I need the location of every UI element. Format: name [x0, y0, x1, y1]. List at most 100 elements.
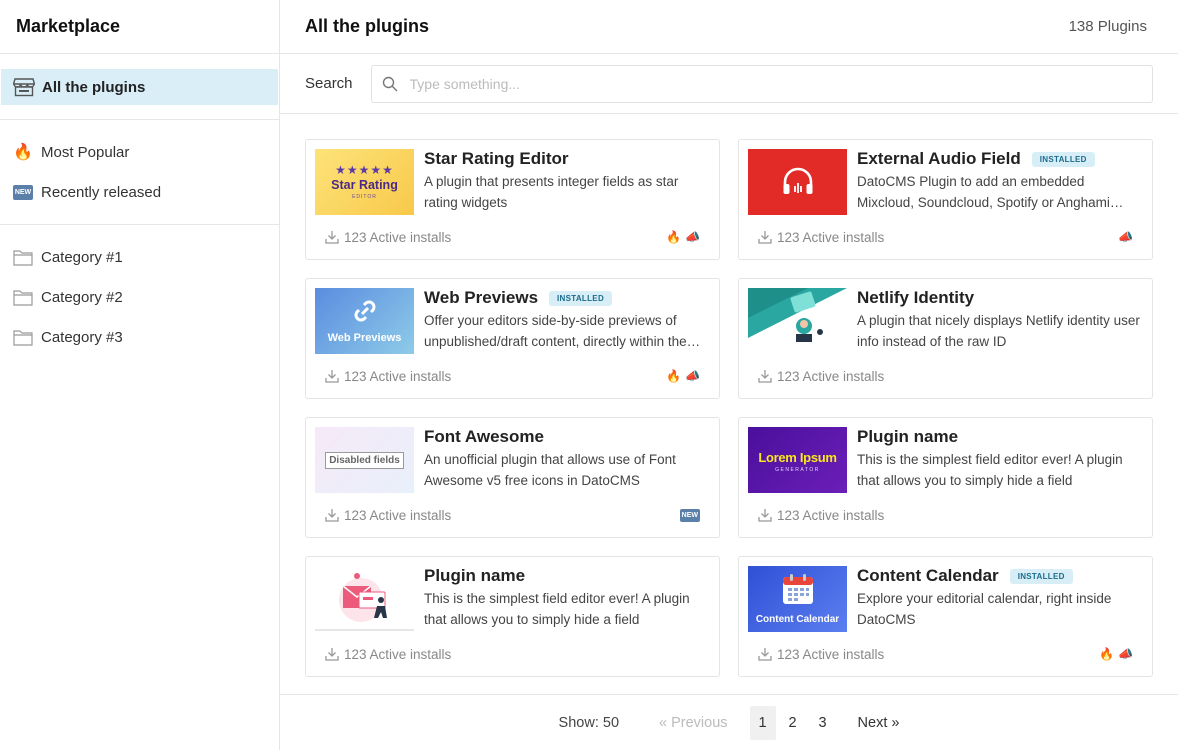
plugin-thumbnail: Content Calendar [748, 566, 847, 632]
plugin-card-plugin-name[interactable]: Plugin name This is the simplest field e… [305, 556, 720, 677]
sidebar-item-label: Category #2 [41, 288, 123, 306]
plugin-thumbnail: Disabled fields [315, 427, 414, 493]
install-count: 123 Active installs [325, 508, 451, 523]
search-icon [382, 76, 398, 91]
plugin-title: Font Awesome [424, 427, 544, 446]
folder-icon [12, 326, 34, 348]
plugin-card-netlify-identity[interactable]: Netlify Identity A plugin that nicely di… [738, 278, 1153, 399]
plugin-description: This is the simplest field editor ever! … [424, 591, 690, 627]
search-label: Search [305, 75, 353, 92]
search-input[interactable] [409, 75, 1142, 92]
plugin-thumbnail [748, 288, 847, 354]
plugin-grid: ★★★★★ Star Rating EDITOR Star Rating Edi… [305, 139, 1153, 677]
plugin-title: Web Previews [424, 288, 539, 307]
install-count: 123 Active installs [325, 230, 451, 245]
sidebar-item-label: Category #3 [41, 328, 123, 346]
store-icon [13, 76, 35, 98]
installed-badge: INSTALLED [1009, 568, 1073, 584]
sidebar: Marketplace All the plugins 🔥 Most Popul… [0, 0, 280, 750]
plugin-card-lorem-ipsum[interactable]: Lorem Ipsum GENERATOR Plugin name This i… [738, 417, 1153, 538]
sidebar-item-category-1[interactable]: Category #1 [0, 239, 279, 275]
sidebar-item-category-3[interactable]: Category #3 [0, 319, 279, 355]
plugin-card-font-awesome[interactable]: Disabled fields Font Awesome An unoffici… [305, 417, 720, 538]
plugin-tags: 🔥 📣 [1099, 647, 1133, 661]
pagination: Show: 50 « Previous 1 2 3 Next » [280, 694, 1178, 750]
download-icon [325, 231, 339, 244]
download-icon [325, 648, 339, 661]
plugin-tags: 🔥 📣 [666, 369, 700, 383]
plugin-description: An unofficial plugin that allows use of … [424, 452, 676, 488]
sidebar-item-recently-released[interactable]: NEW Recently released [0, 174, 279, 210]
sidebar-group-all: All the plugins [0, 54, 279, 120]
plugin-card-external-audio-field[interactable]: External Audio Field INSTALLED DatoCMS P… [738, 139, 1153, 260]
plugin-card-content-calendar[interactable]: Content Calendar Content Calendar INSTAL… [738, 556, 1153, 677]
sidebar-group-filters: 🔥 Most Popular NEW Recently released [0, 120, 279, 225]
download-icon [758, 648, 772, 661]
sidebar-item-label: Most Popular [41, 143, 130, 161]
page-link-3[interactable]: 3 [810, 706, 836, 740]
search-row: Search [280, 54, 1178, 114]
folder-icon [12, 286, 34, 308]
page-link-2[interactable]: 2 [780, 706, 806, 740]
plugin-thumbnail [748, 149, 847, 215]
next-page-link[interactable]: Next » [858, 715, 900, 731]
plugin-card-star-rating-editor[interactable]: ★★★★★ Star Rating EDITOR Star Rating Edi… [305, 139, 720, 260]
plugin-title: Content Calendar [857, 566, 999, 585]
megaphone-icon: 📣 [685, 230, 700, 244]
plugin-tags: 🔥 📣 [666, 230, 700, 244]
plugin-description: DatoCMS Plugin to add an embedded Mixclo… [857, 174, 1110, 210]
fire-icon: 🔥 [666, 230, 682, 244]
install-count: 123 Active installs [758, 230, 884, 245]
calendar-icon [783, 574, 813, 604]
main-content: All the plugins 138 Plugins Search ★★★★★… [280, 0, 1178, 750]
sidebar-item-label: Recently released [41, 183, 162, 201]
plugin-description: Offer your editors side-by-side previews… [424, 313, 687, 349]
plugin-tags: 📣 [1118, 230, 1133, 244]
plugin-title: Plugin name [857, 427, 959, 446]
plugin-description: This is the simplest field editor ever! … [857, 452, 1123, 488]
download-icon [758, 370, 772, 383]
plugin-title: Star Rating Editor [424, 149, 569, 168]
new-icon: NEW [12, 181, 34, 203]
plugin-thumbnail: Lorem Ipsum GENERATOR [748, 427, 847, 493]
megaphone-icon: 📣 [1118, 230, 1133, 244]
installed-badge: INSTALLED [1031, 151, 1095, 167]
sidebar-item-category-2[interactable]: Category #2 [0, 279, 279, 315]
page-link-1[interactable]: 1 [749, 705, 776, 740]
new-icon: NEW [679, 508, 700, 522]
folder-icon [12, 246, 34, 268]
plugin-count: 138 Plugins [1068, 18, 1147, 35]
main-header: All the plugins 138 Plugins [280, 0, 1178, 54]
plugin-tags: NEW [679, 508, 700, 522]
sidebar-group-categories: Category #1 Category #2 Category #3 [0, 225, 279, 369]
fire-icon: 🔥 [1099, 647, 1115, 661]
sidebar-item-label: All the plugins [42, 78, 146, 96]
download-icon [758, 231, 772, 244]
plugin-description: A plugin that presents integer fields as… [424, 174, 679, 210]
megaphone-icon: 📣 [1118, 647, 1133, 661]
install-count: 123 Active installs [758, 508, 884, 523]
sidebar-item-label: Category #1 [41, 248, 123, 266]
plugin-title: Plugin name [424, 566, 526, 585]
plugin-thumbnail [315, 566, 414, 632]
plugin-description: Explore your editorial calendar, right i… [857, 591, 1112, 627]
previous-page-link[interactable]: « Previous [659, 715, 728, 731]
plugin-thumbnail: ★★★★★ Star Rating EDITOR [315, 149, 414, 215]
headphones-icon [783, 167, 812, 194]
download-icon [325, 370, 339, 383]
plugin-card-web-previews[interactable]: Web Previews Web Previews INSTALLED Offe… [305, 278, 720, 399]
sidebar-item-most-popular[interactable]: 🔥 Most Popular [0, 134, 279, 170]
plugin-description: A plugin that nicely displays Netlify id… [857, 313, 1140, 349]
plugin-title: External Audio Field [857, 149, 1021, 168]
sidebar-title: Marketplace [0, 0, 279, 54]
link-icon [354, 300, 376, 322]
star-rating-icon: ★★★★★ [335, 163, 394, 177]
download-icon [325, 509, 339, 522]
page-size-selector[interactable]: Show: 50 [559, 715, 619, 731]
installed-badge: INSTALLED [549, 290, 613, 306]
fire-icon: 🔥 [13, 144, 33, 161]
page-title: All the plugins [305, 16, 429, 36]
install-count: 123 Active installs [325, 647, 451, 662]
sidebar-item-all-plugins[interactable]: All the plugins [1, 69, 278, 105]
search-box[interactable] [370, 64, 1153, 103]
